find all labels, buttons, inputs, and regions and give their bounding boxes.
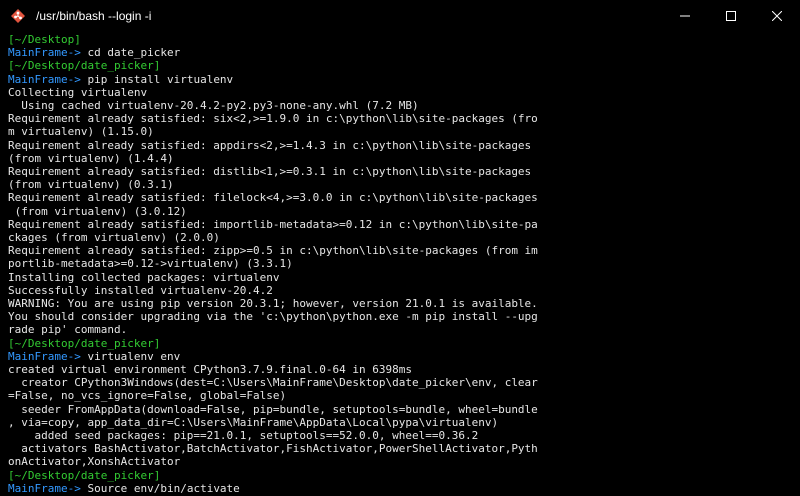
terminal-line: (from virtualenv) (1.4.4) bbox=[8, 152, 174, 165]
terminal-text: (from virtualenv) (3.0.12) bbox=[8, 204, 187, 218]
terminal-line: Using cached virtualenv-20.4.2-py2.py3-n… bbox=[8, 99, 419, 112]
terminal-line: ckages (from virtualenv) (2.0.0) bbox=[8, 231, 220, 244]
terminal-text: added seed packages: pip==21.0.1, setupt… bbox=[8, 429, 479, 442]
cwd-label: [~/Desktop] bbox=[8, 33, 81, 46]
terminal-line: Installing collected packages: virtualen… bbox=[8, 271, 280, 284]
terminal-text: Successfully installed virtualenv-20.4.2 bbox=[8, 283, 273, 297]
terminal-line: [~/Desktop/date_picker] bbox=[8, 337, 160, 350]
terminal-text: =False, no_vcs_ignore=False, global=Fals… bbox=[8, 389, 287, 403]
maximize-button[interactable] bbox=[708, 0, 754, 32]
window-title: /usr/bin/bash --login -i bbox=[36, 9, 152, 23]
close-button[interactable] bbox=[754, 0, 800, 32]
terminal-line: [~/Desktop/date_picker] bbox=[8, 59, 160, 72]
terminal-text: created virtual environment CPython3.7.9… bbox=[8, 363, 412, 376]
title-bar: /usr/bin/bash --login -i bbox=[0, 0, 800, 32]
terminal-text: Using cached virtualenv-20.4.2-py2.py3-n… bbox=[8, 99, 419, 112]
terminal-text: seeder FromAppData(download=False, pip=b… bbox=[8, 402, 538, 416]
cwd-label: [~/Desktop/date_picker] bbox=[8, 336, 161, 350]
terminal-text: (from virtualenv) (0.3.1) bbox=[8, 178, 174, 192]
cwd-label: [~/Desktop/date_picker] bbox=[8, 59, 161, 73]
terminal-text: WARNING: You are using pip version 20.3.… bbox=[8, 297, 538, 310]
cwd-label: [~/Desktop/date_picker] bbox=[8, 468, 161, 482]
terminal-text: onActivator,XonshActivator bbox=[8, 455, 181, 469]
terminal-line: , via=copy, app_data_dir=C:\Users\MainFr… bbox=[8, 416, 498, 429]
terminal-line: created virtual environment CPython3.7.9… bbox=[8, 363, 412, 376]
terminal-text: Collecting virtualenv bbox=[8, 85, 148, 99]
minimize-button[interactable] bbox=[662, 0, 708, 32]
terminal-line: MainFrame-> virtualenv env bbox=[8, 350, 180, 363]
terminal-text: creator CPython3Windows(dest=C:\Users\Ma… bbox=[8, 376, 538, 390]
terminal-line: You should consider upgrading via the 'c… bbox=[8, 310, 538, 323]
terminal-line: Requirement already satisfied: six<2,>=1… bbox=[8, 112, 538, 125]
terminal-line: Requirement already satisfied: zipp>=0.5… bbox=[8, 244, 538, 257]
prompt-label: MainFrame-> bbox=[8, 46, 88, 60]
prompt-label: MainFrame-> bbox=[8, 72, 88, 86]
prompt-label: MainFrame-> bbox=[8, 349, 88, 363]
terminal-text: , via=copy, app_data_dir=C:\Users\MainFr… bbox=[8, 415, 499, 429]
terminal-line: MainFrame-> Source env/bin/activate bbox=[8, 482, 240, 495]
terminal-line: (from virtualenv) (0.3.1) bbox=[8, 178, 174, 191]
minimize-icon bbox=[680, 15, 690, 17]
terminal-output[interactable]: [~/Desktop] MainFrame-> cd date_picker [~/… bbox=[0, 32, 800, 496]
terminal-line: =False, no_vcs_ignore=False, global=Fals… bbox=[8, 389, 286, 402]
terminal-text: rade pip' command. bbox=[8, 323, 128, 337]
close-icon bbox=[772, 11, 782, 21]
maximize-icon bbox=[726, 11, 736, 21]
terminal-text: Requirement already satisfied: distlib<1… bbox=[8, 165, 532, 178]
terminal-text: Source env/bin/activate bbox=[87, 481, 240, 495]
prompt-label: MainFrame-> bbox=[8, 481, 88, 495]
terminal-line: [~/Desktop] bbox=[8, 33, 81, 46]
terminal-line: seeder FromAppData(download=False, pip=b… bbox=[8, 403, 538, 416]
terminal-line: MainFrame-> cd date_picker bbox=[8, 46, 180, 59]
terminal-text: (from virtualenv) (1.4.4) bbox=[8, 151, 174, 165]
terminal-text: pip install virtualenv bbox=[87, 72, 234, 86]
terminal-text: activators BashActivator,BatchActivator,… bbox=[8, 442, 538, 456]
terminal-line: activators BashActivator,BatchActivator,… bbox=[8, 442, 538, 455]
terminal-line: Requirement already satisfied: appdirs<2… bbox=[8, 139, 531, 152]
terminal-text: Requirement already satisfied: six<2,>=1… bbox=[8, 112, 538, 126]
git-bash-icon bbox=[11, 9, 25, 23]
terminal-line: rade pip' command. bbox=[8, 323, 127, 336]
terminal-text: Installing collected packages: virtualen… bbox=[8, 270, 280, 284]
terminal-line: Successfully installed virtualenv-20.4.2 bbox=[8, 284, 273, 297]
terminal-text: m virtualenv) (1.15.0) bbox=[8, 125, 154, 139]
terminal-line: creator CPython3Windows(dest=C:\Users\Ma… bbox=[8, 376, 538, 389]
terminal-line: m virtualenv) (1.15.0) bbox=[8, 125, 154, 138]
terminal-text: virtualenv env bbox=[87, 349, 181, 363]
terminal-line: [~/Desktop/date_picker] bbox=[8, 469, 160, 482]
terminal-line: MainFrame-> pip install virtualenv bbox=[8, 73, 233, 86]
terminal-text: Requirement already satisfied: zipp>=0.5… bbox=[8, 244, 538, 258]
terminal-line: WARNING: You are using pip version 20.3.… bbox=[8, 297, 538, 310]
terminal-text: Requirement already satisfied: filelock<… bbox=[8, 191, 538, 205]
terminal-text: ckages (from virtualenv) (2.0.0) bbox=[8, 231, 220, 244]
terminal-text: Requirement already satisfied: appdirs<2… bbox=[8, 138, 532, 152]
terminal-line: Collecting virtualenv bbox=[8, 86, 147, 99]
terminal-line: portlib-metadata>=0.12->virtualenv) (3.3… bbox=[8, 257, 293, 270]
terminal-line: Requirement already satisfied: filelock<… bbox=[8, 191, 538, 204]
terminal-line: Requirement already satisfied: importlib… bbox=[8, 218, 538, 231]
terminal-text: Requirement already satisfied: importlib… bbox=[8, 217, 538, 231]
terminal-text: You should consider upgrading via the 'c… bbox=[8, 310, 538, 324]
terminal-line: added seed packages: pip==21.0.1, setupt… bbox=[8, 429, 478, 442]
terminal-line: (from virtualenv) (3.0.12) bbox=[8, 205, 187, 218]
terminal-line: Requirement already satisfied: distlib<1… bbox=[8, 165, 531, 178]
terminal-text: cd date_picker bbox=[87, 46, 181, 60]
terminal-line: onActivator,XonshActivator bbox=[8, 455, 180, 468]
terminal-text: portlib-metadata>=0.12->virtualenv) (3.3… bbox=[8, 257, 293, 271]
